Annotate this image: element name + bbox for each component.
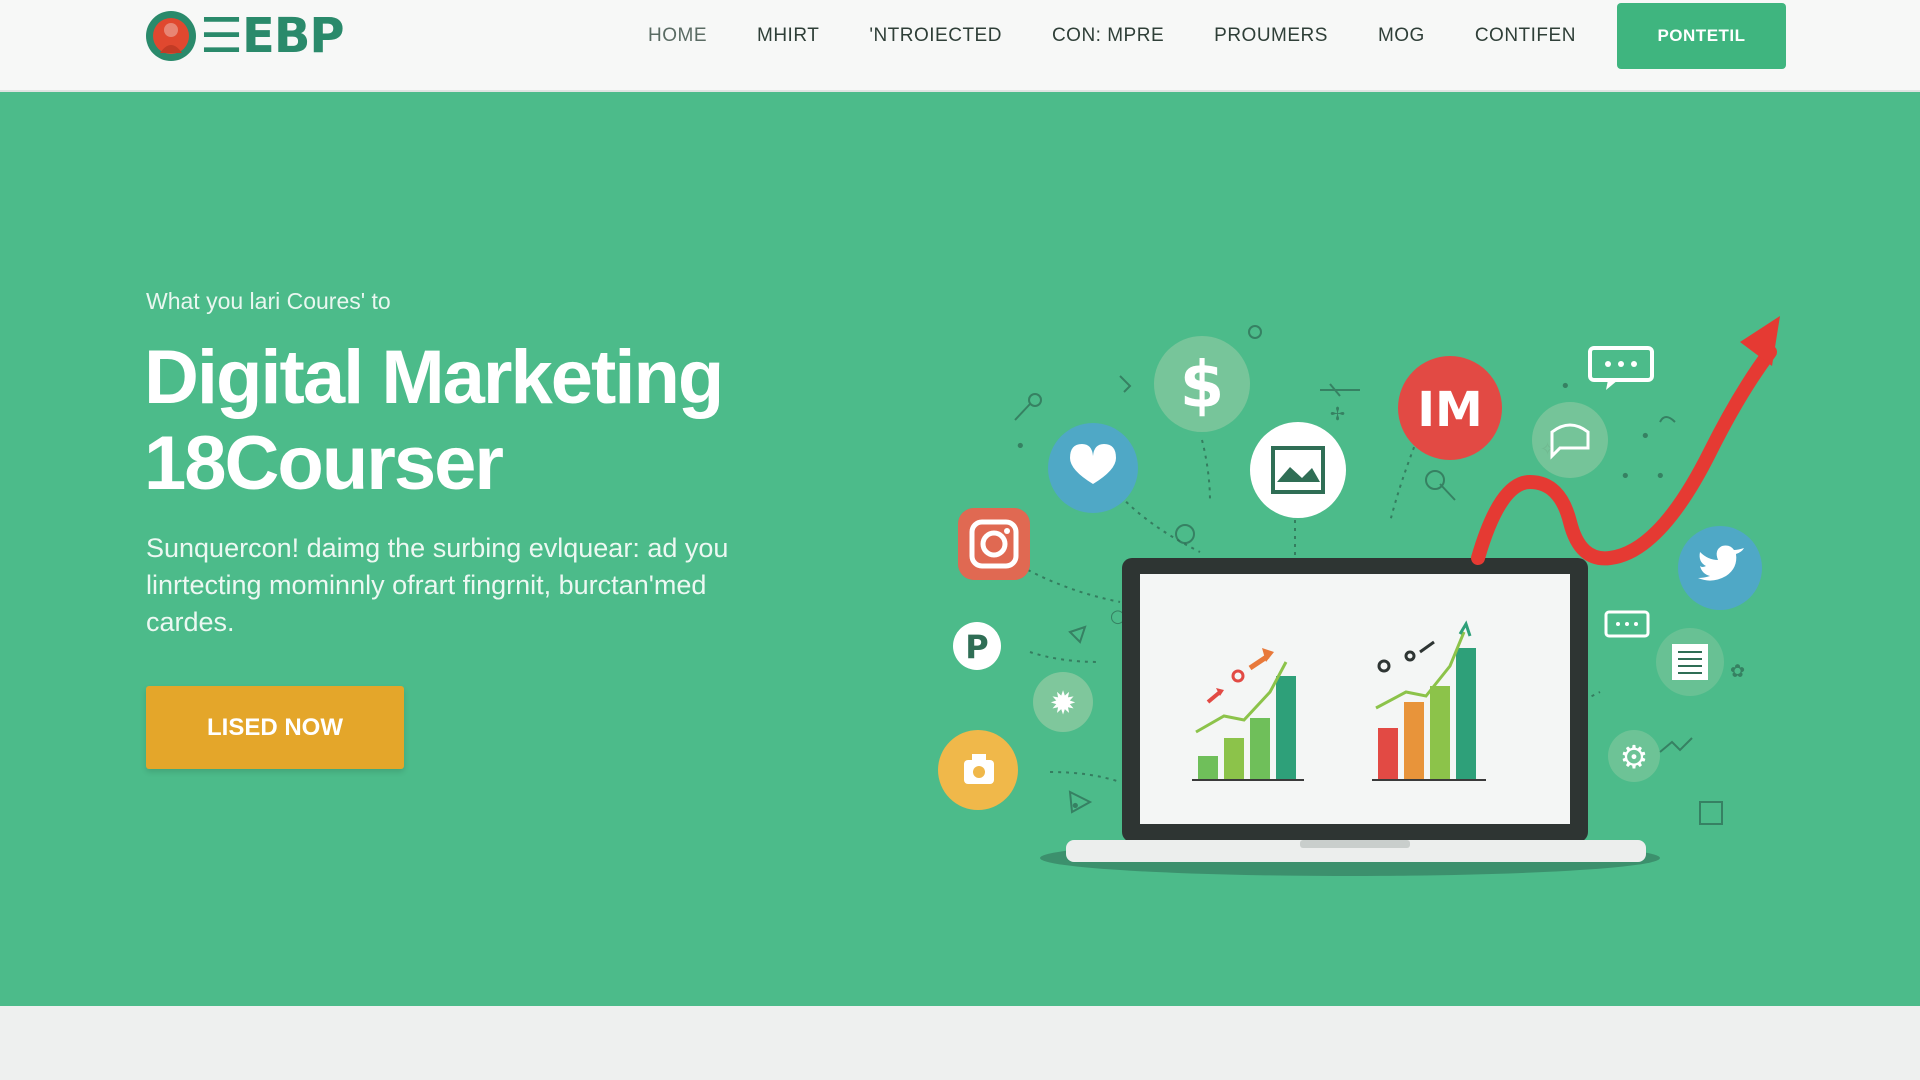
nav-item-home[interactable]: HOME [648, 25, 707, 47]
hero-title-line1: Digital Marketing [144, 335, 724, 420]
marketing-illustration: ✱ • ○ ♁ ✢ ✧ • • • • • • • ✿ [920, 272, 1800, 992]
document-icon [1656, 628, 1724, 696]
logo-wordmark: EBP [242, 8, 345, 64]
trend-arrow-icon [1471, 316, 1780, 566]
heart-chat-icon [1048, 423, 1138, 513]
nav-item-2[interactable]: MHIRT [757, 25, 819, 47]
svg-text:⚙: ⚙ [1620, 738, 1649, 776]
svg-text:•: • [1015, 436, 1026, 457]
hero-section: What you lari Coures' to Digital Marketi… [0, 92, 1920, 1006]
svg-text:P: P [965, 628, 988, 666]
instagram-icon [958, 508, 1030, 580]
im-badge-icon: IM [1398, 356, 1502, 460]
nav-item-6[interactable]: MOG [1378, 25, 1425, 47]
svg-text:IM: IM [1417, 382, 1483, 438]
image-icon [1250, 422, 1346, 518]
nav-item-3[interactable]: 'NTROIECTED [869, 25, 1002, 47]
svg-text:•: • [1620, 466, 1631, 487]
twitter-icon [1678, 526, 1762, 610]
gear-icon: ⚙ [1608, 730, 1660, 782]
svg-text:✹: ✹ [1050, 684, 1077, 722]
page-bottom-strip [0, 1006, 1920, 1080]
svg-text:•: • [1640, 426, 1651, 447]
camera-icon [938, 730, 1018, 810]
brand-logo[interactable]: ☰EBP [144, 8, 345, 64]
main-nav: HOME MHIRT 'NTROIECTED CON: MPRE PROUMER… [648, 20, 1576, 52]
hero-kicker: What you lari Coures' to [146, 288, 391, 314]
svg-text:✿: ✿ [1730, 661, 1745, 682]
svg-text:✢: ✢ [1330, 404, 1345, 425]
hero-title: Digital Marketing 18Courser [144, 335, 824, 507]
nav-item-4[interactable]: CON: MPRE [1052, 25, 1164, 47]
p-badge-icon: P [953, 622, 1001, 670]
chat-icon [1588, 346, 1654, 390]
site-header: ☰EBP HOME MHIRT 'NTROIECTED CON: MPRE PR… [0, 0, 1920, 92]
logo-text: ☰EBP [200, 8, 345, 64]
hero-title-line2: 18Courser [144, 421, 504, 506]
header-cta-button[interactable]: PONTETIL [1617, 3, 1786, 69]
dollar-icon: $ [1154, 336, 1250, 432]
logo-icon [144, 9, 198, 63]
nav-item-7[interactable]: CONTIFEN [1475, 25, 1576, 47]
nav-item-5[interactable]: PROUMERS [1214, 25, 1328, 47]
svg-text:•: • [1560, 376, 1571, 397]
svg-text:•: • [1655, 466, 1666, 487]
hero-cta-button[interactable]: LISED NOW [146, 686, 404, 769]
hero-description: Sunquercon! daimg the surbing evlquear: … [146, 533, 729, 637]
dollar-symbol: $ [1180, 349, 1225, 423]
laptop-icon [1066, 558, 1646, 862]
